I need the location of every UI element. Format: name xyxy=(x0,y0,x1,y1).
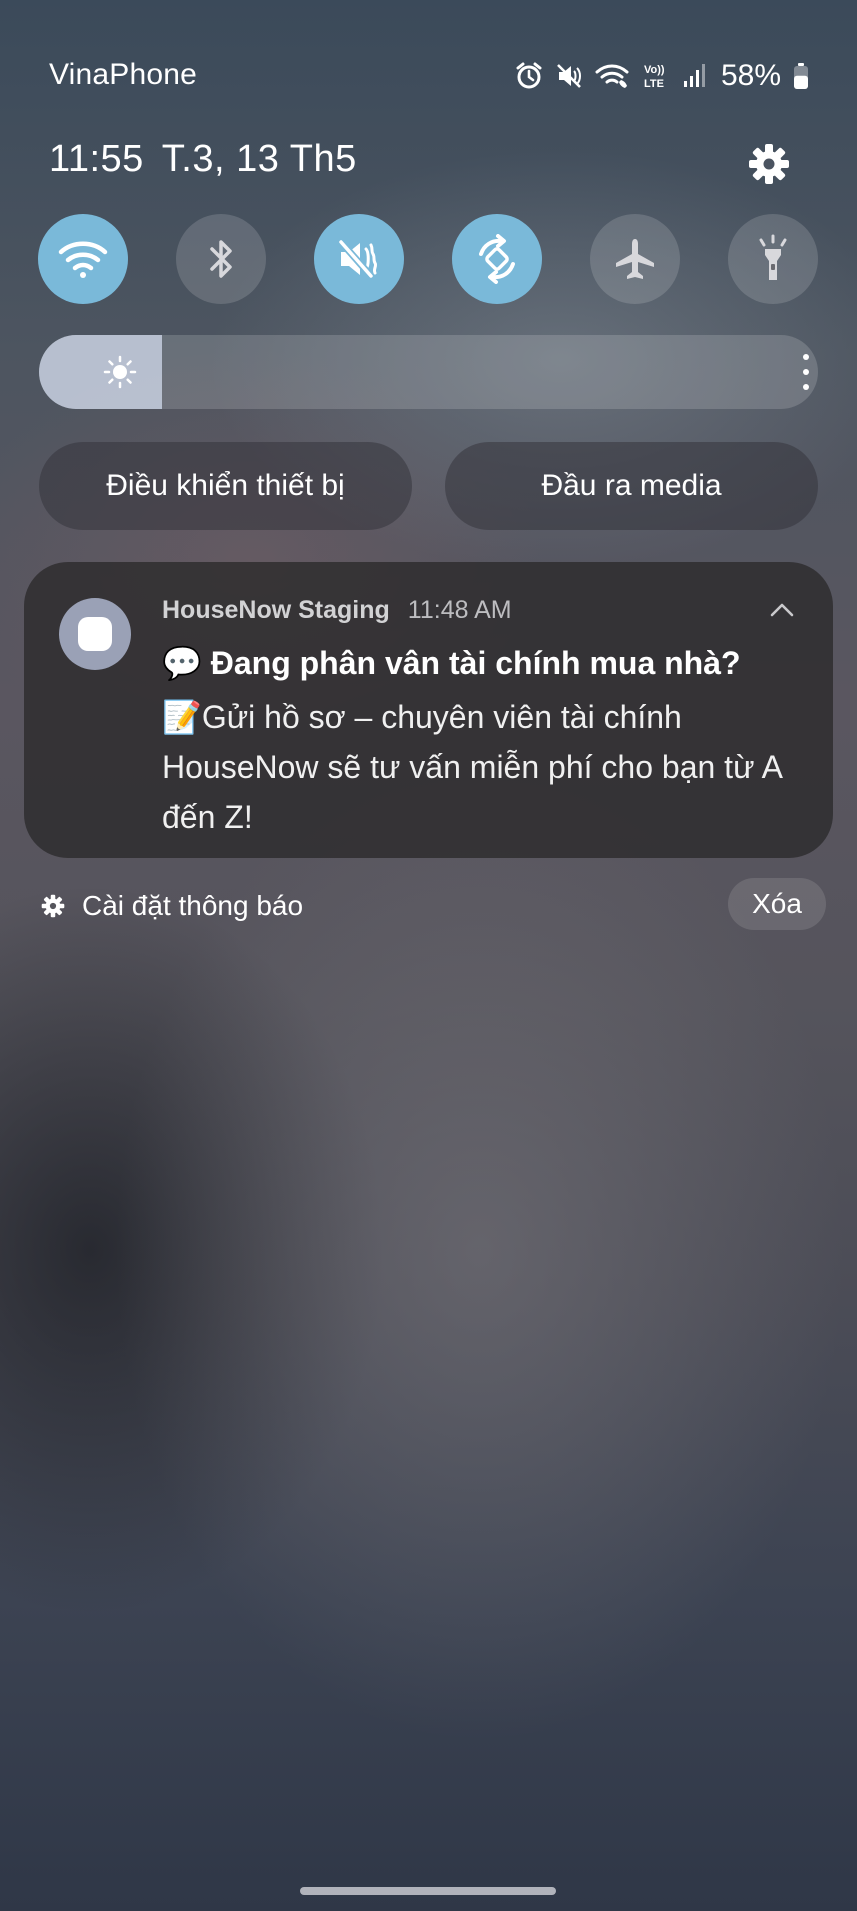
volte-icon: Vo)) LTE xyxy=(644,64,665,90)
signal-icon xyxy=(683,64,705,87)
notification-title: 💬 Đang phân vân tài chính mua nhà? xyxy=(162,645,741,681)
volte-label-top: Vo)) xyxy=(644,64,665,76)
notification-card[interactable]: HouseNow Staging 11:48 AM 💬 Đang phân vân… xyxy=(24,562,833,858)
brightness-fill xyxy=(39,335,163,409)
notification-settings-link[interactable]: Cài đặt thông báo xyxy=(40,886,303,926)
date-text: T.3, 13 Th5 xyxy=(161,138,357,180)
airplane-mode-toggle[interactable] xyxy=(590,214,680,304)
chevron-up-icon[interactable] xyxy=(768,600,796,620)
device-control-button[interactable]: Điều khiển thiết bị xyxy=(39,442,412,530)
notification-app-name: HouseNow Staging xyxy=(162,596,390,624)
rotate-icon xyxy=(479,234,515,284)
mute-icon xyxy=(338,239,378,279)
volte-label-bottom: LTE xyxy=(644,78,664,90)
auto-rotate-toggle[interactable] xyxy=(452,214,542,304)
notification-settings-label: Cài đặt thông báo xyxy=(82,890,304,921)
sun-icon xyxy=(103,355,137,389)
notification-body: 📝Gửi hồ sơ – chuyên viên tài chính House… xyxy=(162,699,782,835)
flashlight-icon xyxy=(759,234,787,280)
notification-time: 11:48 AM xyxy=(407,596,512,624)
app-icon xyxy=(59,598,131,670)
battery-icon xyxy=(794,63,808,89)
more-options-icon[interactable] xyxy=(799,354,813,390)
flashlight-toggle[interactable] xyxy=(728,214,818,304)
battery-percent: 58% xyxy=(720,59,781,92)
bluetooth-toggle[interactable] xyxy=(176,214,266,304)
clock-date: 11:55 T.3, 13 Th5 xyxy=(49,138,357,181)
clock-time: 11:55 xyxy=(49,138,144,180)
gear-icon xyxy=(41,894,65,918)
status-icons: Vo)) LTE 58% xyxy=(515,56,809,96)
carrier-name: VinaPhone xyxy=(49,58,198,91)
status-bar: VinaPhone Vo)) LTE 58% xyxy=(0,0,857,150)
brightness-slider[interactable] xyxy=(39,335,818,409)
airplane-icon xyxy=(616,239,654,279)
gear-icon[interactable] xyxy=(746,141,792,187)
clear-button[interactable]: Xóa xyxy=(728,878,826,930)
sound-toggle[interactable] xyxy=(314,214,404,304)
notification-header: HouseNow Staging 11:48 AM xyxy=(162,596,512,625)
mute-icon xyxy=(557,64,581,88)
wifi-call-icon xyxy=(595,64,629,88)
wifi-icon xyxy=(58,241,108,278)
wifi-toggle[interactable] xyxy=(38,214,128,304)
quick-settings-row xyxy=(0,214,857,304)
media-output-button[interactable]: Đầu ra media xyxy=(445,442,818,530)
bluetooth-icon xyxy=(210,240,232,278)
alarm-icon xyxy=(516,62,542,89)
home-indicator[interactable] xyxy=(300,1887,556,1895)
